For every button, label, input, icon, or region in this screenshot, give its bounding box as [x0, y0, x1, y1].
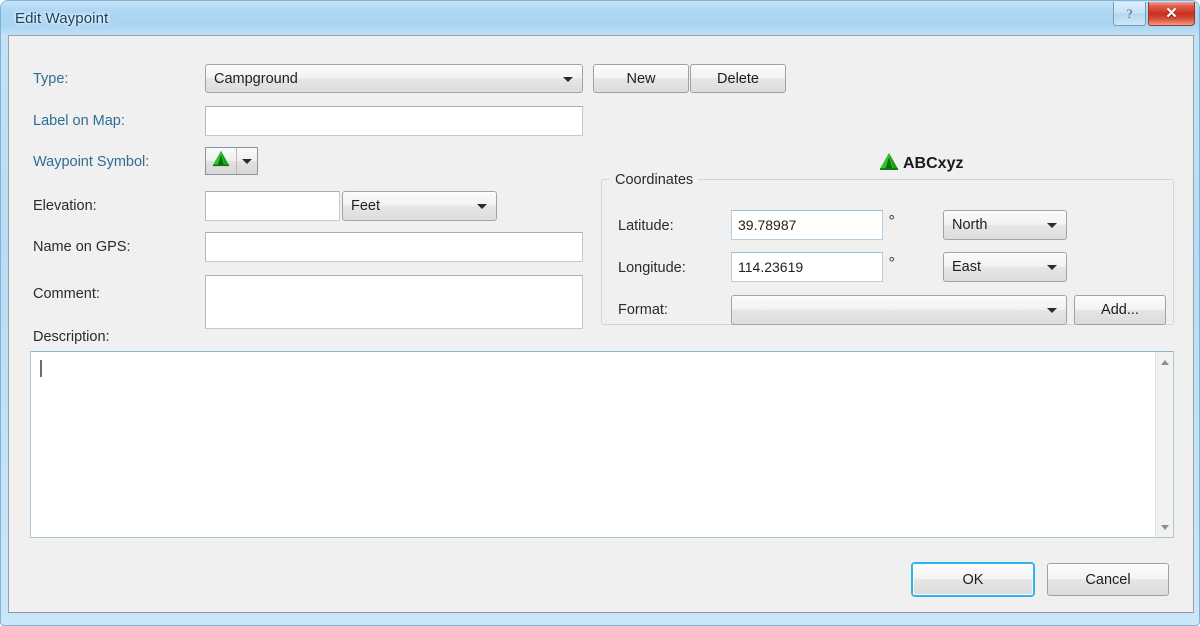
new-button[interactable]: New: [593, 64, 689, 93]
dialog-client-area: Type: Campground New Delete Label on Map…: [8, 35, 1194, 613]
description-scrollbar[interactable]: [1155, 352, 1173, 537]
latitude-value: 39.78987: [738, 217, 797, 233]
elevation-label: Elevation:: [33, 198, 97, 214]
cancel-button[interactable]: Cancel: [1047, 563, 1169, 596]
longitude-hemisphere-combobox[interactable]: East: [943, 252, 1067, 282]
title-bar[interactable]: Edit Waypoint ? ✕: [1, 1, 1199, 35]
ok-button-label: OK: [962, 571, 984, 588]
new-button-label: New: [626, 70, 656, 87]
coordinates-groupbox-title: Coordinates: [610, 172, 699, 188]
name-on-gps-input[interactable]: [205, 232, 583, 262]
description-label: Description:: [33, 329, 110, 345]
chevron-down-icon: [1047, 223, 1057, 228]
label-on-map-label: Label on Map:: [33, 113, 125, 129]
latitude-degree-symbol: °: [888, 212, 896, 230]
type-label: Type:: [33, 71, 69, 87]
text-caret: [40, 360, 42, 377]
delete-button[interactable]: Delete: [690, 64, 786, 93]
close-button[interactable]: ✕: [1148, 2, 1195, 26]
triangle-up-icon: [1161, 359, 1169, 365]
latitude-input[interactable]: 39.78987: [731, 210, 883, 240]
edit-waypoint-dialog: Edit Waypoint ? ✕ Type: Campground New D…: [0, 0, 1200, 626]
chevron-down-icon: [563, 76, 573, 82]
elevation-units-combobox[interactable]: Feet: [342, 191, 497, 221]
label-on-map-input[interactable]: [205, 106, 583, 136]
chevron-down-icon: [1047, 265, 1057, 270]
scroll-up-arrow-icon[interactable]: [1156, 353, 1174, 371]
waypoint-symbol-combobox[interactable]: [205, 147, 258, 175]
latitude-hemisphere-value: North: [952, 217, 988, 233]
window-title: Edit Waypoint: [15, 10, 109, 27]
waypoint-symbol-dropdown-toggle[interactable]: [237, 148, 257, 174]
longitude-hemisphere-value: East: [952, 259, 982, 275]
latitude-hemisphere-combobox[interactable]: North: [943, 210, 1067, 240]
add-format-button[interactable]: Add...: [1074, 295, 1166, 325]
longitude-input[interactable]: 114.23619: [731, 252, 883, 282]
close-icon: ✕: [1165, 5, 1178, 22]
elevation-units-value: Feet: [351, 198, 381, 214]
waypoint-preview-text: ABCxyz: [903, 155, 964, 172]
name-on-gps-label: Name on GPS:: [33, 239, 131, 255]
campground-tent-icon: [212, 150, 230, 172]
cancel-button-label: Cancel: [1085, 571, 1131, 588]
elevation-input[interactable]: [205, 191, 340, 221]
caption-buttons: ? ✕: [1113, 2, 1195, 26]
chevron-down-icon: [242, 158, 252, 164]
chevron-down-icon: [1047, 308, 1057, 313]
chevron-down-icon: [477, 204, 487, 209]
type-combobox[interactable]: Campground: [205, 64, 583, 93]
scroll-down-arrow-icon[interactable]: [1156, 518, 1174, 536]
latitude-label: Latitude:: [618, 218, 674, 234]
question-mark-icon: ?: [1126, 5, 1133, 21]
waypoint-preview: ABCxyz: [879, 152, 963, 176]
add-format-button-label: Add...: [1101, 302, 1139, 318]
comment-input[interactable]: [205, 275, 583, 329]
comment-label: Comment:: [33, 286, 100, 302]
description-textarea[interactable]: [30, 351, 1174, 538]
delete-button-label: Delete: [717, 70, 759, 87]
longitude-degree-symbol: °: [888, 254, 896, 272]
format-label: Format:: [618, 302, 668, 318]
waypoint-symbol-preview: [206, 148, 237, 174]
type-combobox-value: Campground: [214, 70, 298, 87]
campground-tent-icon: [879, 152, 899, 176]
format-combobox[interactable]: [731, 295, 1067, 325]
help-button[interactable]: ?: [1113, 2, 1146, 26]
longitude-value: 114.23619: [738, 259, 804, 275]
waypoint-symbol-label: Waypoint Symbol:: [33, 154, 150, 170]
triangle-down-icon: [1161, 524, 1169, 530]
ok-button[interactable]: OK: [912, 563, 1034, 596]
longitude-label: Longitude:: [618, 260, 686, 276]
